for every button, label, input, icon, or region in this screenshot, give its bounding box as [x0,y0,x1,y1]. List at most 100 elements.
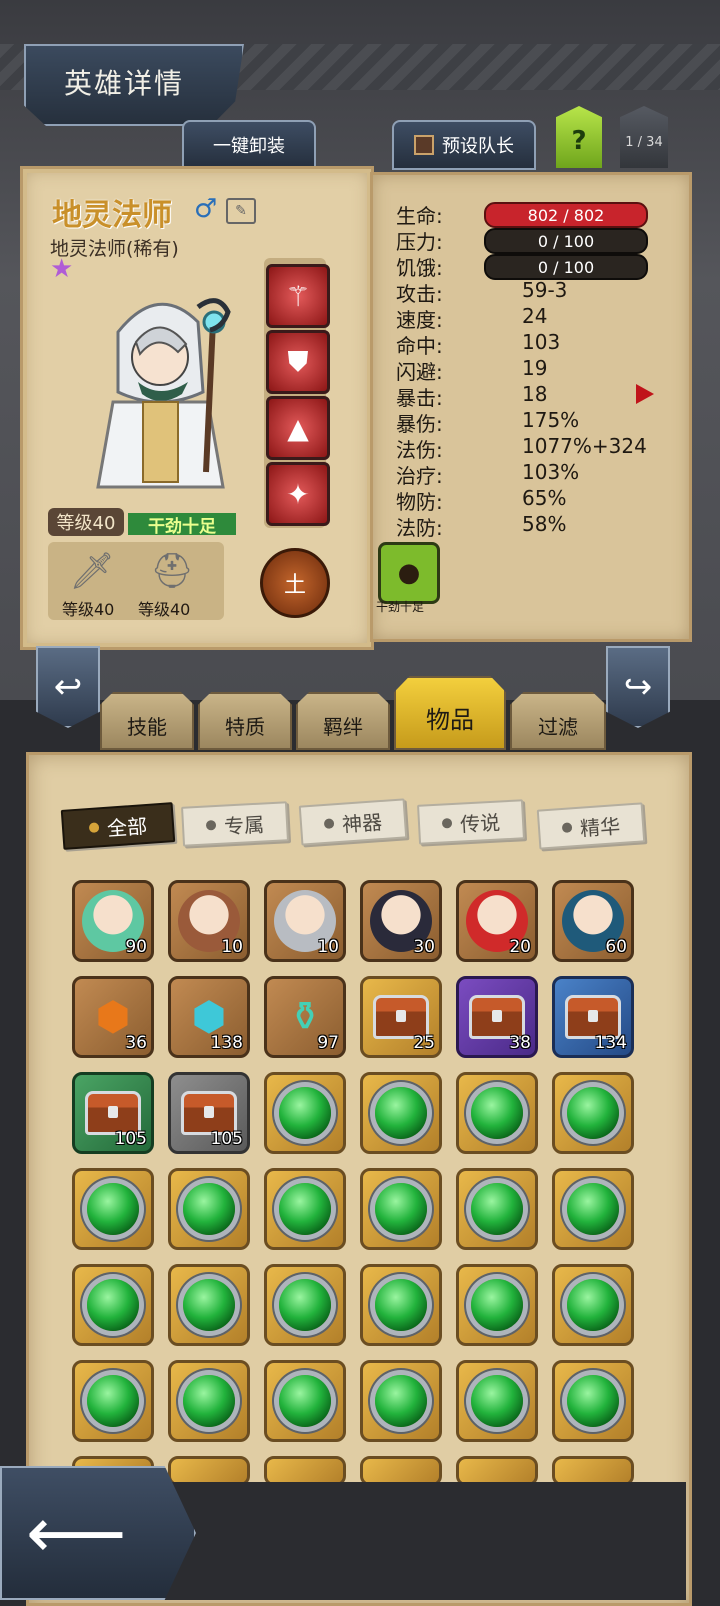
item-slot[interactable] [456,1360,538,1442]
item-slot[interactable] [168,1264,250,1346]
stat-row: 暴击: 18 [396,382,666,410]
item-slot[interactable] [264,1168,346,1250]
item-slot[interactable] [552,1264,634,1346]
tab-traits[interactable]: 特质 [198,692,292,750]
edit-name-icon[interactable]: ✎ [226,198,256,224]
item-slot[interactable]: 60 [552,880,634,962]
green-gem-icon [183,1279,235,1331]
stat-value: 1077%+324 [522,434,647,458]
help-button[interactable]: ? [556,106,602,168]
item-slot[interactable] [456,1264,538,1346]
preset-captain-checkbox[interactable] [414,135,434,155]
trait-mood-icon[interactable]: ● [378,542,440,604]
green-gem-icon [471,1087,523,1139]
hero-level: 等级40 [48,508,124,536]
item-slot[interactable]: 20 [456,880,538,962]
prev-hero-button[interactable]: ↩ [36,646,100,728]
item-slot[interactable] [264,1072,346,1154]
unequip-all-button[interactable]: 一键卸装 [182,120,316,170]
hero-portrait [96,298,231,489]
item-slot[interactable] [360,1360,442,1442]
item-count: 90 [125,937,147,957]
item-slot[interactable] [360,1264,442,1346]
item-slot[interactable] [168,1360,250,1442]
hero-name: 地灵法师 [52,198,172,233]
item-slot[interactable]: ⬢ 138 [168,976,250,1058]
stat-label: 暴伤: [396,412,443,436]
filter-artifact[interactable]: 神器 [298,798,408,846]
filter-exclusive[interactable]: 专属 [181,801,289,847]
back-button[interactable]: ⟵ [0,1466,196,1600]
filter-all[interactable]: 全部 [60,802,176,850]
item-slot[interactable]: 90 [72,880,154,962]
equip-slot-armor[interactable]: ⛊ [266,330,330,394]
green-gem-icon [279,1279,331,1331]
tab-skills[interactable]: 技能 [100,692,194,750]
item-slot[interactable]: 105 [168,1072,250,1154]
staff-icon: ⚚ [285,279,311,313]
item-slot[interactable] [360,1168,442,1250]
equip-slot-amulet[interactable]: ✦ [266,462,330,526]
green-gem-icon [279,1087,331,1139]
gender-icon: ♂ [194,194,218,224]
equip-slot-hat[interactable]: ▲ [266,396,330,460]
stat-label: 物防: [396,490,443,514]
helmet-icon[interactable]: ⛑ [142,548,202,594]
arrow-left-icon: ⟵ [26,1492,127,1574]
item-slot[interactable]: 30 [360,880,442,962]
sword-icon[interactable]: 🗡 [62,548,122,594]
item-slot[interactable]: 105 [72,1072,154,1154]
filter-dot [88,822,100,834]
item-count: 134 [594,1033,627,1053]
item-count: 20 [509,937,531,957]
filter-dot [561,822,573,834]
item-count: 97 [317,1033,339,1053]
stat-row: 法伤: 1077%+324 [396,434,666,462]
item-slot[interactable] [72,1168,154,1250]
tab-filter[interactable]: 过滤 [510,692,606,750]
stat-label: 法伤: [396,438,443,462]
preset-captain-button[interactable]: 预设队长 [392,120,536,170]
item-slot[interactable]: 134 [552,976,634,1058]
item-slot[interactable] [552,1168,634,1250]
item-slot[interactable] [168,1168,250,1250]
item-slot[interactable] [552,1072,634,1154]
filter-legend[interactable]: 传说 [417,799,525,845]
item-slot[interactable] [264,1360,346,1442]
tab-bonds[interactable]: 羁绊 [296,692,390,750]
equip-slot-staff[interactable]: ⚚ [266,264,330,328]
item-slot[interactable] [552,1360,634,1442]
stat-label: 治疗: [396,464,443,488]
item-slot[interactable]: 38 [456,976,538,1058]
arrow-right-icon: ↪ [623,667,653,707]
amulet-icon: ✦ [286,477,310,511]
weapon-level: 等级40 [62,600,115,619]
item-slot[interactable] [456,1072,538,1154]
stat-value: 65% [522,486,567,510]
element-earth-icon[interactable]: 土 [260,548,330,618]
item-slot[interactable] [72,1264,154,1346]
filter-label: 全部 [106,813,148,841]
item-slot[interactable] [456,1168,538,1250]
filter-label: 精华 [579,813,621,841]
item-count: 105 [210,1129,243,1149]
item-slot[interactable]: 25 [360,976,442,1058]
stat-row: 暴伤: 175% [396,408,666,436]
hero-pager: 1 / 34 [620,106,668,168]
next-hero-button[interactable]: ↪ [606,646,670,728]
green-gem-icon [87,1375,139,1427]
item-slot[interactable] [360,1072,442,1154]
stat-row: 命中: 103 [396,330,666,358]
item-slot[interactable] [72,1360,154,1442]
item-slot[interactable]: ⬢ 36 [72,976,154,1058]
stat-label: 压力: [396,230,443,254]
item-slot[interactable]: 10 [168,880,250,962]
item-slot[interactable] [264,1264,346,1346]
tab-items[interactable]: 物品 [394,676,506,750]
expand-stats-arrow-icon[interactable] [636,384,654,404]
stat-label: 闪避: [396,360,443,384]
hunger-bar: 0 / 100 [484,254,648,280]
item-slot[interactable]: 10 [264,880,346,962]
item-slot[interactable]: ⚱ 97 [264,976,346,1058]
filter-essence[interactable]: 精华 [536,802,646,850]
